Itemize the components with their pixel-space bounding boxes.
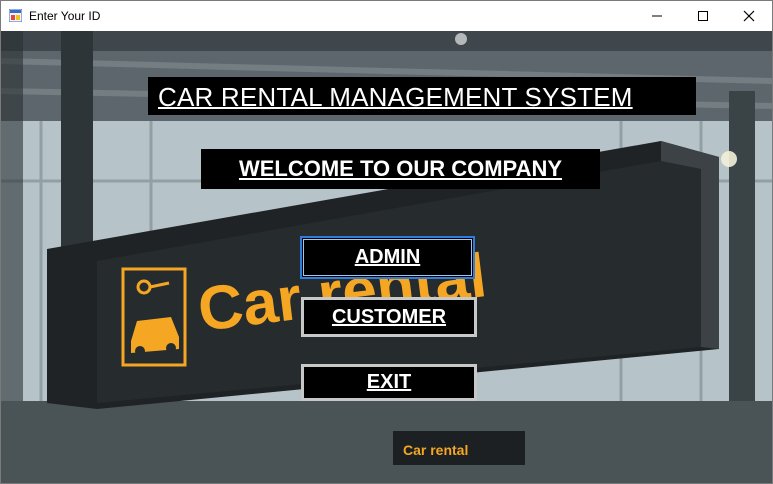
close-button[interactable] bbox=[726, 1, 772, 31]
welcome-panel: WELCOME TO OUR COMPANY bbox=[201, 149, 600, 189]
maximize-button[interactable] bbox=[680, 1, 726, 31]
login-window: Enter Your ID Car rental Car rental CAR … bbox=[0, 0, 773, 484]
customer-button[interactable]: CUSTOMER bbox=[301, 297, 477, 337]
title-panel: CAR RENTAL MANAGEMENT SYSTEM bbox=[148, 77, 696, 115]
title-bar[interactable]: Enter Your ID bbox=[1, 1, 772, 31]
maximize-icon bbox=[698, 11, 708, 21]
minimize-icon bbox=[652, 15, 662, 17]
app-icon bbox=[9, 9, 22, 22]
welcome-label: WELCOME TO OUR COMPANY bbox=[238, 156, 563, 181]
window-title: Enter Your ID bbox=[29, 9, 101, 23]
small-sign-text: Car rental bbox=[403, 442, 468, 458]
admin-button[interactable]: ADMIN bbox=[300, 236, 475, 279]
exit-button[interactable]: EXIT bbox=[301, 364, 477, 401]
form-background: Car rental Car rental CAR RENTAL MANAGEM… bbox=[1, 31, 772, 483]
minimize-button[interactable] bbox=[634, 1, 680, 31]
system-title: CAR RENTAL MANAGEMENT SYSTEM bbox=[158, 82, 633, 112]
close-icon bbox=[743, 10, 755, 22]
